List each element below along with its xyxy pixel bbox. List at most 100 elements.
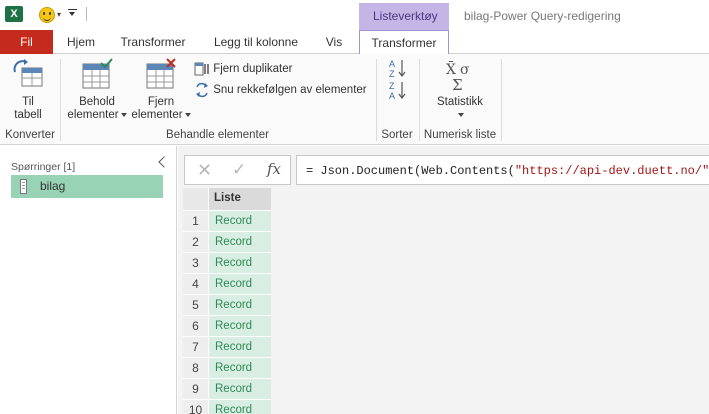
remove-duplicates-icon <box>194 62 209 76</box>
row-number: 5 <box>183 294 209 315</box>
sort-descending-button[interactable]: Z A <box>386 80 410 104</box>
confirm-formula-icon[interactable]: ✓ <box>232 160 246 180</box>
table-row: 8 Record <box>183 357 271 378</box>
smiley-feedback-icon[interactable] <box>39 7 55 23</box>
chevron-down-icon <box>458 112 464 117</box>
ribbon-tabs: Fil Hjem Transformer Legg til kolonne Vi… <box>0 30 709 55</box>
remove-duplicates-button[interactable]: Fjern duplikater <box>194 60 292 78</box>
to-table-label-line2: tabell <box>14 109 42 121</box>
record-link[interactable]: Record <box>209 210 271 231</box>
sort-ascending-button[interactable]: A Z <box>386 58 410 82</box>
table-row: 7 Record <box>183 336 271 357</box>
keep-items-label-line2: elementer <box>67 109 119 121</box>
tab-file[interactable]: Fil <box>0 30 53 54</box>
data-grid: Liste 1 Record 2 Record 3 Record 4 Recor… <box>183 188 271 414</box>
table-row: 6 Record <box>183 315 271 336</box>
collapse-pane-icon[interactable] <box>158 156 170 168</box>
record-link[interactable]: Record <box>209 378 271 399</box>
group-label-sort: Sorter <box>381 129 413 141</box>
record-link[interactable]: Record <box>209 336 271 357</box>
keep-items-label-line1: Behold <box>79 96 115 108</box>
record-link[interactable]: Record <box>209 231 271 252</box>
formula-prefix: = Json.Document(Web.Contents( <box>306 164 515 178</box>
record-link[interactable]: Record <box>209 357 271 378</box>
table-row: 1 Record <box>183 210 271 231</box>
row-number: 2 <box>183 231 209 252</box>
tab-transform[interactable]: Transformer <box>112 30 194 54</box>
chevron-down-icon <box>120 112 127 117</box>
queries-pane: Spørringer [1] bilag <box>0 146 177 414</box>
table-row: 2 Record <box>183 231 271 252</box>
record-link[interactable]: Record <box>209 399 271 414</box>
group-label-convert: Konverter <box>5 129 55 141</box>
statistics-label: Statistikk <box>436 96 483 108</box>
formula-input[interactable]: = Json.Document(Web.Contents("https://ap… <box>296 155 709 185</box>
remove-items-button[interactable]: Fjern elementer <box>128 58 194 122</box>
smiley-dropdown-icon[interactable]: ▾ <box>57 10 61 19</box>
sort-descending-icon: Z A <box>389 81 406 101</box>
row-number: 4 <box>183 273 209 294</box>
table-row: 5 Record <box>183 294 271 315</box>
column-header-liste[interactable]: Liste <box>209 188 271 210</box>
title-bar: X ▾ Listeverktøy bilag-Power Query-redig… <box>0 0 709 31</box>
list-query-icon <box>20 179 27 194</box>
row-number: 1 <box>183 210 209 231</box>
remove-items-label-line1: Fjern <box>147 96 175 108</box>
row-number-header[interactable] <box>183 188 209 210</box>
excel-icon: X <box>5 6 23 22</box>
grid-header: Liste <box>183 188 271 210</box>
reverse-items-label: Snu rekkefølgen av elementer <box>213 84 367 96</box>
toolbar-divider <box>86 7 87 21</box>
chevron-down-icon <box>184 112 191 117</box>
row-number: 8 <box>183 357 209 378</box>
remove-items-label-line2: elementer <box>131 109 183 121</box>
table-row: 9 Record <box>183 378 271 399</box>
context-tab-list-tools: Listeverktøy <box>359 3 449 31</box>
to-table-icon <box>13 59 43 87</box>
fx-icon[interactable]: fx <box>267 160 281 178</box>
row-number: 3 <box>183 252 209 273</box>
row-number: 6 <box>183 315 209 336</box>
ribbon: Til tabell Konverter Behold elementer Fj… <box>0 54 709 145</box>
group-label-manage-items: Behandle elementer <box>166 129 269 141</box>
row-number: 10 <box>183 399 209 414</box>
keep-items-button[interactable]: Behold elementer <box>64 58 130 122</box>
svg-text:A: A <box>389 91 395 100</box>
tab-view[interactable]: Vis <box>316 30 352 54</box>
table-row: 3 Record <box>183 252 271 273</box>
remove-items-icon <box>146 58 176 89</box>
svg-text:A: A <box>389 59 395 69</box>
table-row: 10 Record <box>183 399 271 414</box>
query-item-label: bilag <box>40 179 66 193</box>
record-link[interactable]: Record <box>209 294 271 315</box>
group-divider <box>501 59 502 141</box>
tab-list-transform[interactable]: Transformer <box>359 30 449 55</box>
statistics-button[interactable]: X̄ σ Σ Statistikk <box>425 58 495 122</box>
record-link[interactable]: Record <box>209 273 271 294</box>
tab-home[interactable]: Hjem <box>58 30 104 54</box>
group-label-numeric-list: Numerisk liste <box>423 129 497 141</box>
svg-text:Z: Z <box>389 81 395 91</box>
cancel-formula-icon[interactable]: ✕ <box>197 160 212 181</box>
sort-ascending-icon: A Z <box>389 59 406 79</box>
svg-text:Σ: Σ <box>452 76 463 92</box>
statistics-icon: X̄ σ Σ <box>446 60 470 94</box>
query-item-bilag[interactable]: bilag <box>11 175 163 198</box>
to-table-label-line1: Til <box>22 96 34 108</box>
reverse-items-button[interactable]: Snu rekkefølgen av elementer <box>194 81 367 99</box>
tab-add-column[interactable]: Legg til kolonne <box>203 30 309 54</box>
customize-toolbar-icon[interactable] <box>68 8 77 18</box>
reverse-icon <box>196 82 208 98</box>
queries-header: Spørringer [1] <box>11 161 76 173</box>
record-link[interactable]: Record <box>209 252 271 273</box>
svg-text:Z: Z <box>389 69 395 78</box>
table-row: 4 Record <box>183 273 271 294</box>
window-title: bilag-Power Query-redigering <box>464 9 621 23</box>
row-number: 7 <box>183 336 209 357</box>
record-link[interactable]: Record <box>209 315 271 336</box>
formula-string-url: "https://api-dev.duett.no/" <box>514 164 709 178</box>
keep-items-icon <box>82 58 113 89</box>
to-table-button[interactable]: Til tabell <box>5 58 51 122</box>
remove-duplicates-label: Fjern duplikater <box>213 63 293 75</box>
row-number: 9 <box>183 378 209 399</box>
